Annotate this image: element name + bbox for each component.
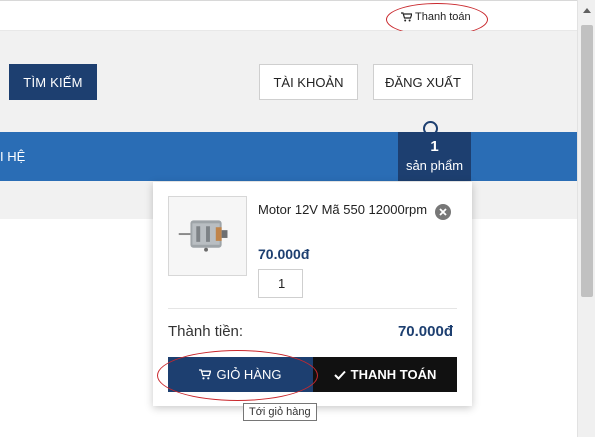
view-cart-button[interactable]: GIỎ HÀNG [168,357,313,392]
cart-dropdown: Motor 12V Mã 550 12000rpm 70.000đ 1 Thàn… [153,182,472,406]
scroll-up-arrow-icon[interactable] [578,4,595,16]
scrollbar[interactable] [577,0,595,437]
quantity-field[interactable]: 1 [258,269,303,298]
top-bar: Thanh toán [0,0,577,31]
cart-handle-icon [423,121,438,136]
cart-tab-label: sản phẩm [405,158,464,173]
nav-item-contact[interactable]: I HỆ [0,149,25,164]
divider [168,308,457,309]
checkout-link-label: Thanh toán [415,11,471,23]
total-value: 70.000đ [397,323,453,340]
close-icon [439,208,447,216]
total-label: Thành tiền: [168,323,244,340]
cart-tab[interactable]: 1 sản phẩm [398,132,471,181]
checkout-button[interactable]: THANH TOÁN [313,357,457,392]
scrollbar-thumb[interactable] [581,25,593,297]
checkout-link[interactable]: Thanh toán [401,11,471,23]
view-cart-label: GIỎ HÀNG [216,367,282,382]
checkout-label: THANH TOÁN [350,367,437,382]
product-thumbnail[interactable] [168,196,247,276]
search-button[interactable]: TÌM KIẾM [9,64,97,100]
account-button[interactable]: TÀI KHOẢN [259,64,358,100]
cart-count: 1 [430,138,439,155]
product-price: 70.000đ [258,246,310,262]
remove-item-button[interactable] [435,204,451,220]
check-icon [333,370,346,380]
cart-icon [199,369,212,380]
header: TÌM KIẾM TÀI KHOẢN ĐĂNG XUẤT [0,31,577,132]
cart-icon [401,12,412,22]
logout-button[interactable]: ĐĂNG XUẤT [373,64,473,100]
product-name[interactable]: Motor 12V Mã 550 12000rpm [258,199,428,221]
tooltip: Tới giỏ hàng [243,403,317,421]
main-nav: I HỆ 1 sản phẩm [0,132,577,181]
